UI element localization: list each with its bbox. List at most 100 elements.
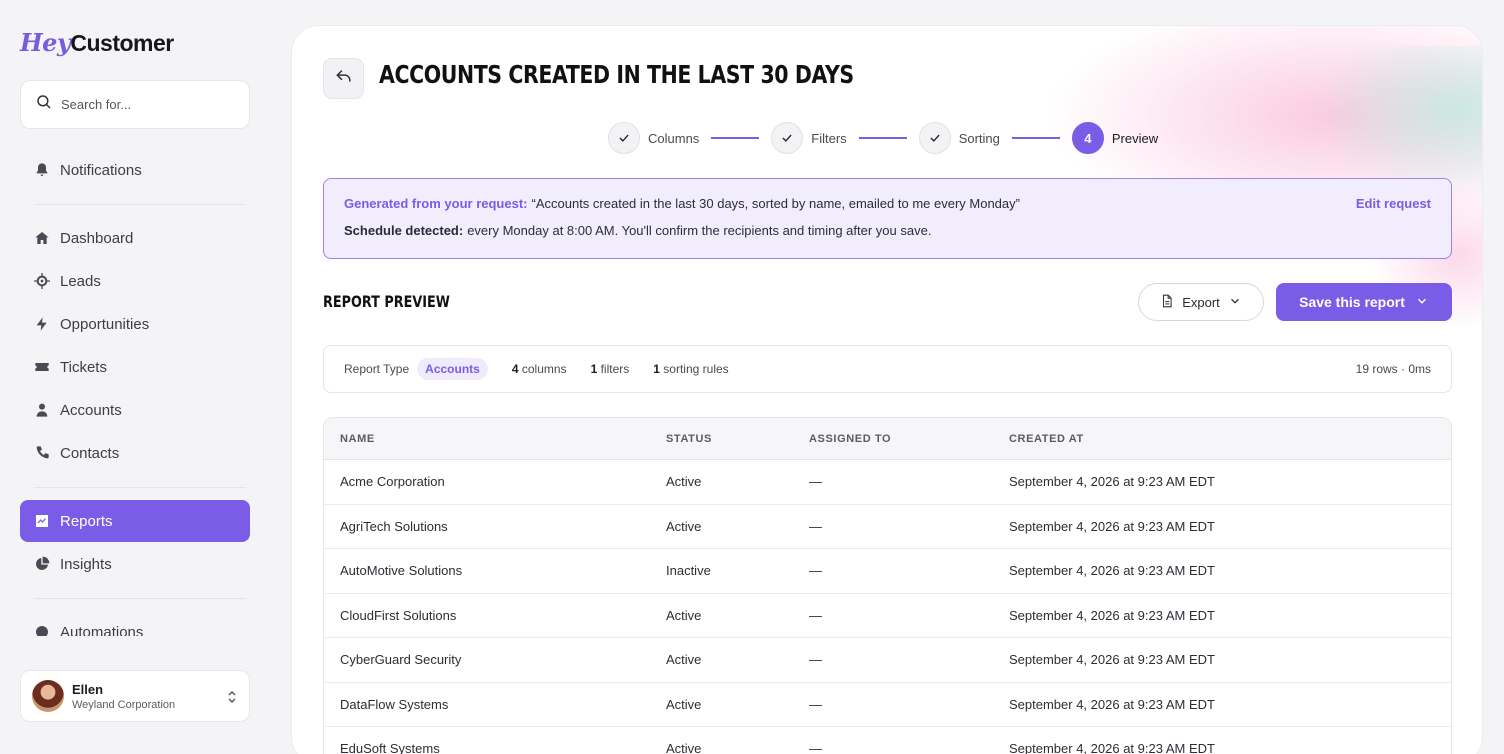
report-meta-bar: Report Type Accounts 4 columns 1 filters…: [323, 345, 1452, 393]
search-icon: [35, 93, 53, 116]
schedule-lead: Schedule detected:: [344, 223, 464, 238]
sidebar-item-label: Accounts: [60, 401, 122, 419]
sidebar-item-tickets[interactable]: Tickets: [20, 346, 250, 388]
logo-customer: Customer: [70, 30, 174, 56]
cell-assigned-to: —: [809, 474, 822, 490]
step-label: Preview: [1111, 130, 1159, 146]
sidebar-item-automations[interactable]: Automations: [20, 620, 250, 636]
step-filters[interactable]: Filters: [771, 122, 847, 154]
step-connector: [711, 137, 760, 139]
check-icon: [918, 122, 951, 154]
lightning-icon: [34, 316, 50, 332]
step-columns[interactable]: Columns: [608, 122, 699, 154]
banner-lead: Generated from your request:: [344, 196, 528, 211]
cell-assigned-to: —: [809, 563, 822, 579]
edit-request-link[interactable]: Edit request: [1356, 196, 1431, 211]
filters-stat: 1 filters: [590, 362, 630, 376]
cell-name: AutoMotive Solutions: [340, 563, 463, 579]
cell-assigned-to: —: [809, 518, 822, 534]
column-header-assigned-to[interactable]: ASSIGNED TO: [809, 433, 1009, 445]
report-type-badge: Accounts: [417, 358, 488, 380]
user-icon: [34, 402, 50, 418]
stepper: Columns Filters Sorting 4 Preview: [608, 122, 1158, 154]
save-report-button[interactable]: Save this report: [1276, 283, 1452, 321]
sidebar-item-insights[interactable]: Insights: [20, 543, 250, 585]
step-label: Filters: [811, 130, 847, 146]
table-row[interactable]: CloudFirst Solutions Active — September 4, …: [324, 594, 1451, 638]
cell-created-at: September 4, 2026 at 9:23 AM EDT: [1009, 652, 1215, 668]
columns-stat: 4 columns: [511, 362, 567, 376]
sidebar-item-label: Insights: [60, 555, 112, 573]
chevron-down-icon: [1415, 294, 1429, 311]
cell-name: CloudFirst Solutions: [340, 607, 457, 623]
request-banner: Generated from your request: “Accounts c…: [323, 178, 1452, 259]
sidebar-item-label: Tickets: [60, 358, 107, 376]
table-row[interactable]: EduSoft Systems Active — September 4, 2026 …: [324, 727, 1451, 754]
page-title: ACCOUNTS CREATED IN THE LAST 30 DAYS: [379, 60, 854, 89]
export-label: Export: [1182, 294, 1220, 310]
sidebar-item-contacts[interactable]: Contacts: [20, 432, 250, 474]
sidebar-item-label: Contacts: [60, 444, 120, 462]
user-switcher[interactable]: Ellen Weyland Corporation: [20, 670, 250, 722]
sidebar-item-label: Automations: [60, 624, 144, 636]
sidebar: HeyCustomer Notifications Dashboard Lead…: [0, 0, 270, 754]
cell-status: Inactive: [666, 563, 711, 579]
report-table: NAME STATUS ASSIGNED TO CREATED AT Acme …: [323, 417, 1452, 754]
target-icon: [34, 273, 50, 289]
column-header-name[interactable]: NAME: [324, 433, 666, 445]
cell-assigned-to: —: [809, 607, 822, 623]
main-panel: ACCOUNTS CREATED IN THE LAST 30 DAYS Col…: [291, 25, 1483, 754]
back-button[interactable]: [323, 58, 364, 99]
table-row[interactable]: Acme Corporation Active — September 4, 2026…: [324, 460, 1451, 505]
undo-arrow-icon: [334, 66, 354, 91]
cell-status: Active: [666, 652, 702, 668]
table-row[interactable]: AutoMotive Solutions Inactive — September 4…: [324, 549, 1451, 594]
app-logo[interactable]: Hey Customer: [20, 28, 174, 57]
avatar: [32, 680, 64, 712]
ticket-icon: [34, 359, 50, 375]
step-label: Sorting: [958, 130, 1000, 146]
sidebar-item-label: Notifications: [60, 161, 142, 179]
sidebar-item-opportunities[interactable]: Opportunities: [20, 303, 250, 345]
table-header: NAME STATUS ASSIGNED TO CREATED AT: [324, 418, 1451, 460]
sidebar-item-reports[interactable]: Reports: [20, 500, 250, 542]
sidebar-item-notifications[interactable]: Notifications: [20, 149, 250, 191]
table-row[interactable]: CyberGuard Security Active — September 4, 2…: [324, 638, 1451, 683]
export-button[interactable]: Export: [1138, 283, 1264, 321]
search-box[interactable]: [20, 80, 250, 129]
divider: [34, 487, 246, 488]
cell-status: Active: [666, 518, 702, 534]
table-row[interactable]: AgriTech Solutions Active — September 4, 20…: [324, 505, 1451, 549]
step-label: Columns: [648, 130, 700, 146]
step-preview[interactable]: 4 Preview: [1071, 122, 1159, 154]
sidebar-item-label: Opportunities: [60, 315, 150, 333]
search-input[interactable]: [61, 97, 241, 112]
document-icon: [1160, 294, 1174, 311]
cell-created-at: September 4, 2026 at 9:23 AM EDT: [1009, 741, 1215, 754]
check-icon: [771, 122, 804, 154]
save-label: Save this report: [1299, 294, 1405, 310]
column-header-created-at[interactable]: CREATED AT: [1009, 433, 1451, 445]
bell-icon: [34, 162, 50, 178]
automation-icon: [34, 624, 50, 636]
cell-assigned-to: —: [809, 696, 822, 712]
banner-request-text: “Accounts created in the last 30 days, s…: [531, 196, 1020, 211]
chevron-down-icon: [1228, 294, 1242, 311]
schedule-text: every Monday at 8:00 AM. You'll confirm …: [467, 223, 932, 238]
phone-icon: [34, 445, 50, 461]
chart-line-icon: [34, 513, 50, 529]
step-connector: [858, 137, 907, 139]
pie-chart-icon: [34, 556, 50, 572]
sidebar-item-dashboard[interactable]: Dashboard: [20, 217, 250, 259]
sidebar-item-leads[interactable]: Leads: [20, 260, 250, 302]
rows-info: 19 rows · 0ms: [1355, 362, 1431, 376]
home-icon: [34, 230, 50, 246]
table-row[interactable]: DataFlow Systems Active — September 4, 2026…: [324, 683, 1451, 727]
column-header-status[interactable]: STATUS: [666, 433, 809, 445]
step-sorting[interactable]: Sorting: [918, 122, 1000, 154]
cell-created-at: September 4, 2026 at 9:23 AM EDT: [1009, 563, 1215, 579]
sidebar-item-accounts[interactable]: Accounts: [20, 389, 250, 431]
step-number: 4: [1071, 122, 1104, 154]
cell-name: EduSoft Systems: [340, 741, 440, 754]
step-connector: [1011, 137, 1060, 139]
